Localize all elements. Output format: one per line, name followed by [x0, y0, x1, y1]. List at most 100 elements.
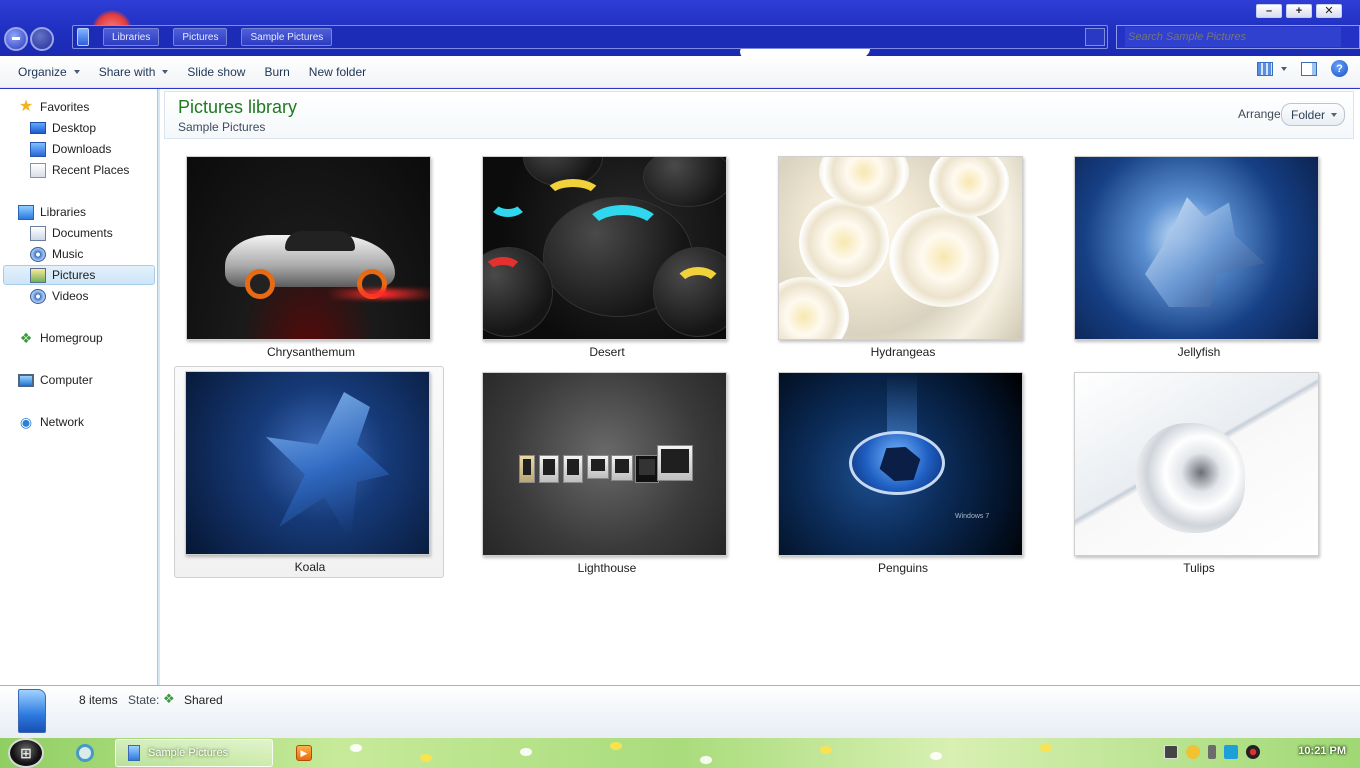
file-name: Lighthouse	[577, 561, 637, 575]
nav-item-music[interactable]: Music	[30, 244, 83, 264]
update-icon[interactable]	[1186, 745, 1200, 759]
rose-shape	[889, 207, 999, 307]
arrange-by-dropdown[interactable]: Folder	[1281, 103, 1345, 126]
pictures-icon	[30, 267, 46, 283]
file-name: Jellyfish	[1177, 345, 1221, 359]
nav-item-desktop[interactable]: Desktop	[30, 118, 96, 138]
taskbar-window-label: Sample Pictures	[148, 747, 229, 759]
red-ring-shape	[708, 197, 726, 237]
file-tile-hydrangeas[interactable]: Hydrangeas	[767, 151, 1037, 363]
file-tile-tulips[interactable]: Tulips	[1063, 367, 1333, 579]
address-dropdown-button[interactable]	[1085, 28, 1105, 46]
thumbnail-image: Windows 7	[778, 372, 1023, 556]
car-shape	[245, 269, 275, 299]
flower-decoration	[520, 748, 532, 756]
share-with-menu[interactable]: Share with	[90, 60, 179, 84]
nav-homegroup[interactable]: ❖ Homegroup	[18, 328, 103, 348]
command-bar: Organize Share with Slide show Burn New …	[0, 56, 1360, 88]
address-bar[interactable]: Libraries Pictures Sample Pictures	[72, 25, 1108, 49]
file-tile-chrysanthemum[interactable]: Chrysanthemum	[175, 151, 445, 363]
computer-shape	[661, 449, 689, 473]
nav-item-label: Documents	[52, 226, 113, 240]
nav-item-downloads[interactable]: Downloads	[30, 139, 111, 159]
breadcrumb-sample-pictures[interactable]: Sample Pictures	[241, 28, 333, 46]
burn-button[interactable]: Burn	[255, 60, 299, 84]
computer-icon	[18, 373, 34, 387]
windows-orb-shape	[849, 431, 945, 495]
details-pane: 8 items State: ❖ Shared	[0, 685, 1360, 738]
car-shape	[285, 231, 355, 251]
volume-icon[interactable]	[1246, 745, 1260, 759]
nav-item-label: Recent Places	[52, 163, 130, 177]
arrange-by-value: Folder	[1291, 107, 1326, 122]
start-button[interactable]: ⊞	[8, 738, 44, 768]
close-button[interactable]: ✕	[1316, 4, 1342, 18]
library-header: Pictures library Sample Pictures Arrange…	[164, 91, 1354, 139]
minimize-button[interactable]: –	[1256, 4, 1282, 18]
change-view-button[interactable]	[1257, 61, 1287, 76]
new-folder-button[interactable]: New folder	[300, 60, 376, 84]
file-name: Penguins	[877, 561, 929, 575]
file-tile-penguins[interactable]: Windows 7 Penguins	[767, 367, 1037, 579]
media-player-icon[interactable]: ▶	[296, 745, 312, 761]
flower-decoration	[610, 742, 622, 750]
nav-network[interactable]: ◉ Network	[18, 412, 84, 432]
nav-item-label: Music	[52, 247, 84, 261]
dragon-shape	[266, 392, 390, 542]
network-icon: ◉	[19, 414, 33, 430]
thumbnail-image	[482, 156, 727, 340]
libraries-icon	[18, 204, 34, 220]
videos-icon	[30, 288, 46, 304]
share-with-label: Share with	[98, 64, 156, 79]
nav-item-recent-places[interactable]: Recent Places	[30, 160, 129, 180]
preview-pane-icon[interactable]	[1301, 61, 1317, 76]
downloads-icon	[30, 141, 46, 157]
file-tile-desert[interactable]: Desert	[471, 151, 741, 363]
breadcrumb-pictures[interactable]: Pictures	[173, 28, 228, 46]
clock[interactable]: 10:21 PM	[1298, 745, 1346, 757]
search-input[interactable]	[1125, 27, 1341, 47]
file-tile-lighthouse[interactable]: Lighthouse	[471, 367, 741, 579]
nav-item-pictures[interactable]: Pictures	[3, 265, 155, 285]
thumbnail-image	[185, 371, 430, 555]
search-box[interactable]	[1116, 25, 1360, 49]
nav-item-videos[interactable]: Videos	[30, 286, 88, 306]
library-folder-icon	[128, 745, 140, 761]
thumbnail-caption: Windows 7	[955, 513, 990, 520]
state-value: Shared	[184, 693, 223, 707]
internet-explorer-icon[interactable]	[76, 744, 94, 762]
abstract-shape	[1135, 423, 1245, 533]
back-button[interactable]	[4, 27, 28, 51]
flower-decoration	[700, 756, 712, 764]
thumbnail-image	[1074, 156, 1319, 340]
forward-button[interactable]	[30, 27, 54, 51]
views-icon	[1257, 61, 1273, 76]
item-count: 8 items	[79, 693, 118, 707]
computer-shape	[657, 445, 693, 481]
maximize-button[interactable]: +	[1286, 4, 1312, 18]
file-name: Tulips	[1183, 561, 1215, 575]
breadcrumb-libraries[interactable]: Libraries	[103, 28, 160, 46]
nav-libraries-label: Libraries	[40, 205, 87, 219]
display-icon[interactable]	[1224, 745, 1238, 759]
taskbar-window-sample-pictures[interactable]: Sample Pictures	[115, 739, 273, 767]
file-tile-jellyfish[interactable]: Jellyfish	[1063, 151, 1333, 363]
music-icon	[30, 246, 46, 262]
window-controls: – + ✕	[1256, 4, 1342, 18]
nav-item-documents[interactable]: Documents	[30, 223, 113, 243]
file-name: Chrysanthemum	[266, 345, 356, 359]
flower-decoration	[930, 752, 942, 760]
nav-computer[interactable]: Computer	[18, 370, 93, 390]
vmware-icon[interactable]	[1164, 745, 1178, 759]
slide-show-button[interactable]: Slide show	[178, 60, 255, 84]
shared-users-icon: ❖	[163, 691, 175, 706]
help-icon[interactable]: ?	[1331, 60, 1348, 77]
nav-favorites[interactable]: ★ Favorites	[18, 97, 90, 117]
homegroup-icon: ❖	[19, 330, 33, 346]
cyan-ring-shape	[583, 205, 663, 255]
usb-icon[interactable]	[1208, 745, 1216, 759]
nav-libraries[interactable]: Libraries	[18, 202, 86, 222]
thumbnail-image	[778, 156, 1023, 340]
file-tile-koala[interactable]: Koala	[174, 366, 444, 578]
organize-menu[interactable]: Organize	[9, 60, 90, 84]
